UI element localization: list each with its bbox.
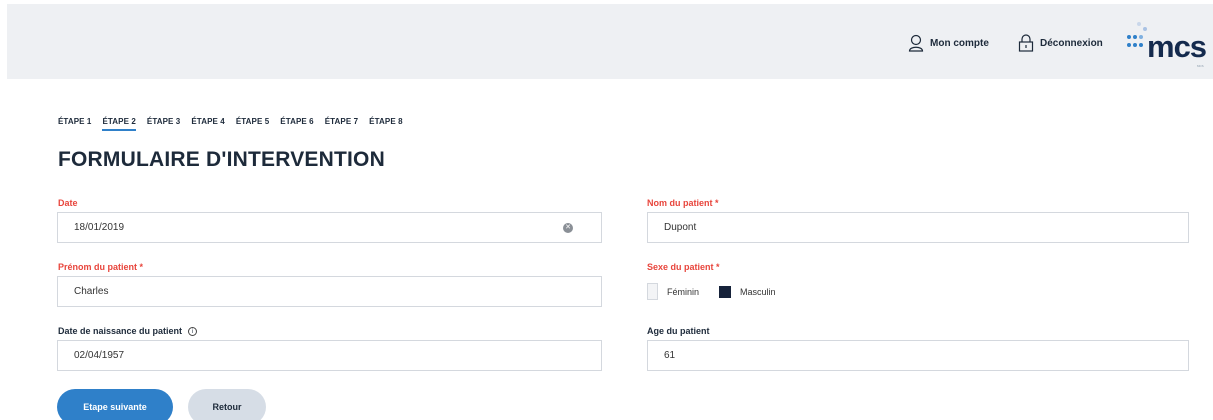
lock-icon (1018, 34, 1034, 52)
step-tab-7[interactable]: ÉTAPE 7 (325, 117, 358, 131)
logout-label: Déconnexion (1040, 37, 1103, 49)
female-checkbox[interactable] (647, 283, 658, 300)
account-link[interactable]: Mon compte (908, 33, 989, 53)
birth-date-label-row: Date de naissance du patient i (58, 326, 198, 336)
date-label: Date (58, 198, 78, 208)
step-tab-8[interactable]: ÉTAPE 8 (369, 117, 402, 131)
male-checkbox[interactable] (719, 285, 732, 298)
date-field[interactable]: 18/01/2019 ✕ (57, 212, 602, 243)
sex-label: Sexe du patient * (647, 262, 720, 272)
patient-name-value: Dupont (664, 222, 697, 233)
back-button[interactable]: Retour (188, 389, 266, 420)
step-tab-1[interactable]: ÉTAPE 1 (58, 117, 91, 131)
logo-subtext: MCS (1197, 64, 1204, 68)
top-bar: Mon compte Déconnexion mcs MCS (7, 4, 1213, 79)
female-label: Féminin (667, 286, 700, 297)
info-icon[interactable]: i (188, 327, 198, 336)
logout-link[interactable]: Déconnexion (1018, 33, 1103, 53)
mcs-logo: mcs MCS (1125, 20, 1213, 70)
patient-name-field[interactable]: Dupont (647, 212, 1189, 243)
birth-date-field[interactable]: 02/04/1957 (57, 340, 602, 371)
page-title: FORMULAIRE D'INTERVENTION (58, 148, 385, 171)
step-tab-6[interactable]: ÉTAPE 6 (280, 117, 313, 131)
step-tab-3[interactable]: ÉTAPE 3 (147, 117, 180, 131)
user-icon (908, 34, 924, 52)
sex-options: Féminin Masculin (647, 283, 776, 300)
age-field[interactable]: 61 (647, 340, 1189, 371)
step-tab-5[interactable]: ÉTAPE 5 (236, 117, 269, 131)
first-name-field[interactable]: Charles (57, 276, 602, 307)
birth-date-label: Date de naissance du patient (58, 326, 183, 336)
age-value: 61 (664, 350, 676, 361)
first-name-value: Charles (74, 286, 109, 297)
logo-text: mcs (1147, 29, 1207, 64)
step-navigation: ÉTAPE 1 ÉTAPE 2 ÉTAPE 3 ÉTAPE 4 ÉTAPE 5 … (58, 117, 414, 131)
step-tab-4[interactable]: ÉTAPE 4 (191, 117, 224, 131)
account-label: Mon compte (930, 37, 989, 49)
patient-name-label: Nom du patient * (647, 198, 719, 208)
step-tab-2[interactable]: ÉTAPE 2 (102, 117, 136, 131)
age-label: Age du patient (647, 326, 710, 336)
date-value: 18/01/2019 (74, 222, 125, 233)
sex-option-male[interactable]: Masculin (719, 285, 776, 298)
sex-option-female[interactable]: Féminin (647, 283, 699, 300)
clear-icon[interactable]: ✕ (563, 223, 573, 233)
birth-date-value: 02/04/1957 (74, 350, 125, 361)
first-name-label: Prénom du patient * (58, 262, 144, 272)
next-step-button[interactable]: Etape suivante (57, 389, 173, 420)
male-label: Masculin (740, 286, 776, 297)
